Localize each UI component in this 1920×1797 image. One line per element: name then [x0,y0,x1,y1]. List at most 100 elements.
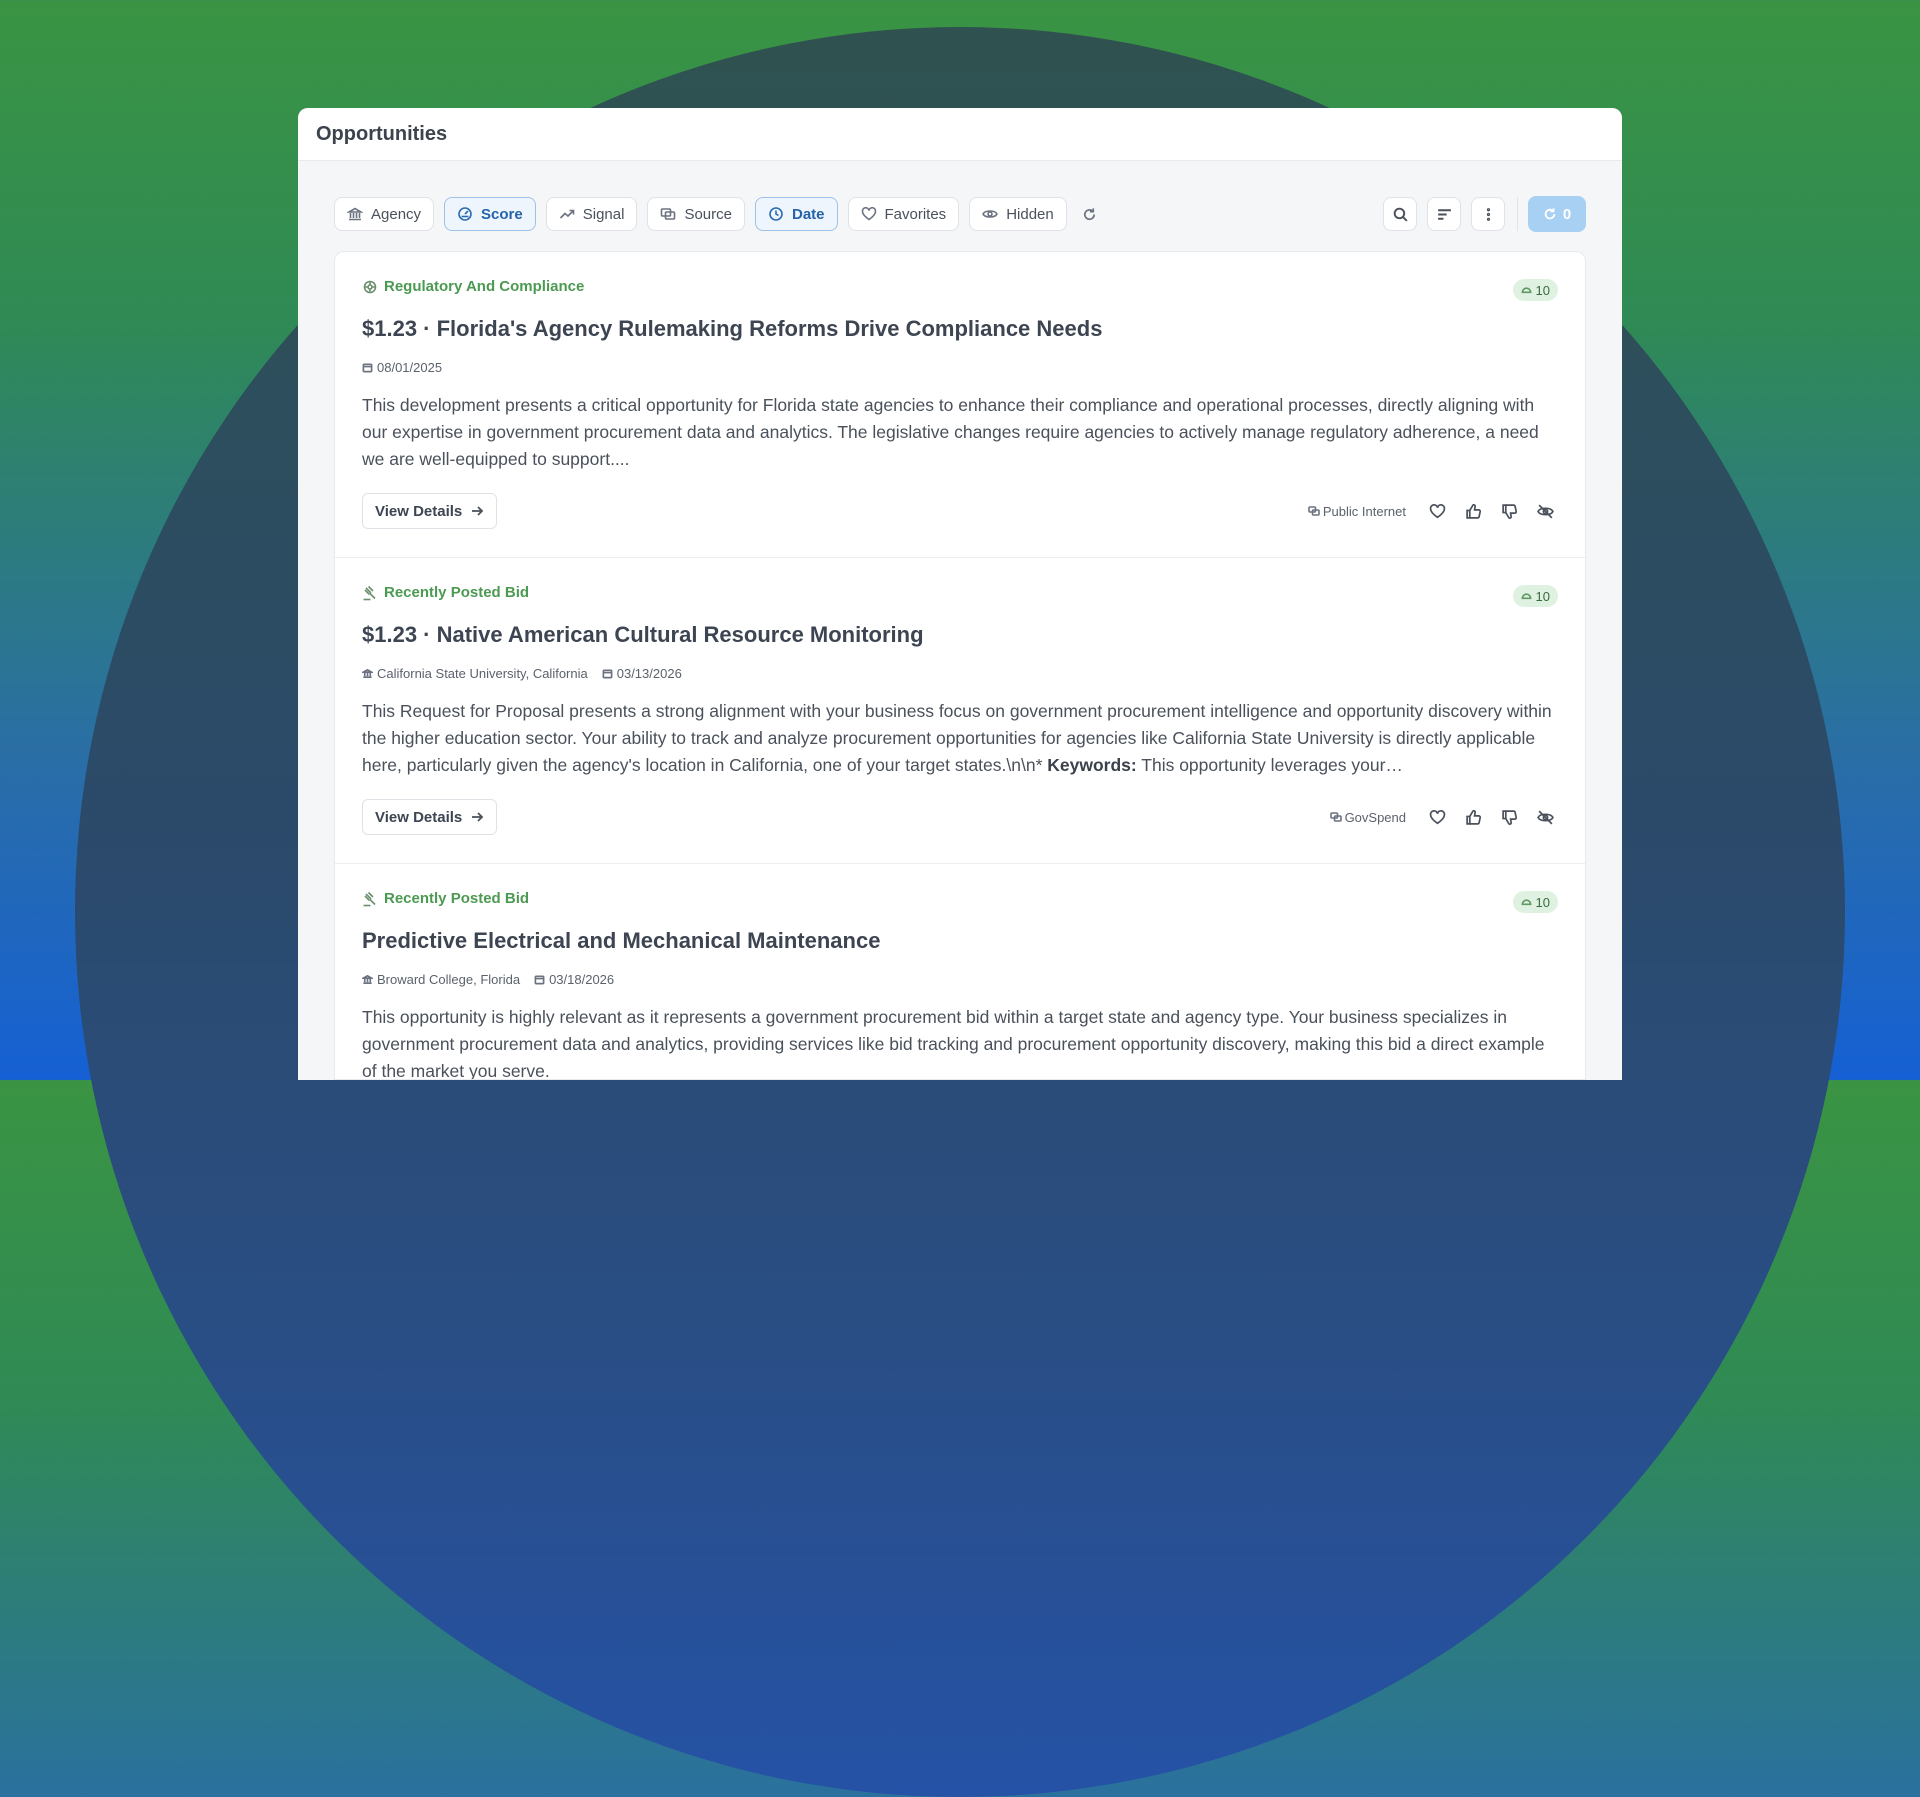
thumbs-down-button[interactable] [1496,498,1522,524]
hide-button[interactable] [1532,498,1558,524]
favorite-button[interactable] [1424,498,1450,524]
refresh-icon [1544,208,1556,220]
calendar-icon [602,669,613,679]
score-badge: 10 [1512,585,1558,607]
filter-favorites-label: Favorites [884,205,947,223]
filter-favorites[interactable]: Favorites [847,197,960,231]
source-label: Public Internet [1322,503,1406,519]
card-title[interactable]: $1.23 · Native American Cultural Resourc… [362,622,924,648]
filter-source[interactable]: Source [647,197,745,231]
card-category: Recently Posted Bid [362,890,529,907]
card-category: Recently Posted Bid [362,584,529,601]
source-label: GovSpend [1344,809,1406,825]
card-date: 08/01/2025 [362,360,442,375]
heart-icon [1429,503,1445,518]
window-title: Opportunities [298,108,1622,161]
thumbs-down-icon [1501,503,1517,519]
card-meta: Broward College, Florida 03/18/2026 [362,972,628,987]
bank-icon [362,974,373,984]
source-icon [1329,812,1342,822]
eye-off-icon [1536,504,1554,518]
gauge-icon [1521,898,1531,905]
eye-icon [982,210,999,218]
filter-signal[interactable]: Signal [545,197,638,231]
filter-signal-label: Signal [582,205,625,223]
score-badge: 10 [1512,279,1558,301]
card-date-value: 03/18/2026 [549,972,615,987]
opportunity-card: Recently Posted Bid 10 $1.23 · Native Am… [335,558,1585,864]
favorite-button[interactable] [1424,804,1450,830]
refresh-count-button[interactable]: 0 [1528,196,1586,232]
card-category: Regulatory And Compliance [362,278,584,295]
filter-agency[interactable]: Agency [334,197,435,231]
view-details-button[interactable]: View Details [362,493,498,529]
source-tag: GovSpend [1329,809,1406,825]
score-value: 10 [1535,588,1550,604]
filter-agency-label: Agency [371,205,422,223]
card-agency: California State University, California [362,666,588,681]
arrow-right-icon [472,506,484,516]
bank-icon [347,207,363,221]
card-description: This opportunity is highly relevant as i… [362,1004,1558,1080]
card-title[interactable]: $1.23 · Florida's Agency Rulemaking Refo… [362,316,1102,342]
reset-filters-button[interactable] [1079,203,1101,225]
gauge-icon [1521,286,1531,293]
heart-icon [1429,809,1445,824]
arrow-right-icon [472,812,484,822]
card-title[interactable]: Predictive Electrical and Mechanical Mai… [362,928,880,954]
card-actions: GovSpend [1329,804,1558,830]
clock-icon [769,207,783,221]
thumbs-down-button[interactable] [1496,804,1522,830]
card-description-tail: This opportunity leverages your… [1136,755,1403,775]
search-button[interactable] [1383,197,1417,231]
opportunities-list: Regulatory And Compliance 10 $1.23 · Flo… [334,251,1586,1080]
gear-lines-icon [363,280,377,293]
view-details-label: View Details [375,502,463,520]
opportunity-card: Recently Posted Bid 10 Predictive Electr… [335,864,1585,1080]
card-description: This development presents a critical opp… [362,392,1558,473]
score-badge: 10 [1512,891,1558,913]
thumbs-up-icon [1465,809,1481,825]
filter-source-label: Source [684,205,732,223]
bank-icon [362,668,373,678]
card-agency: Broward College, Florida [362,972,520,987]
refresh-count: 0 [1562,205,1572,223]
card-agency-value: Broward College, Florida [377,972,521,987]
thumbs-up-button[interactable] [1460,498,1486,524]
view-details-button[interactable]: View Details [362,799,498,835]
gauge-icon [1521,592,1531,599]
calendar-icon [534,975,545,985]
sort-button[interactable] [1427,197,1461,231]
score-value: 10 [1535,894,1550,910]
search-icon [1393,207,1408,222]
more-vertical-icon [1486,207,1490,221]
card-description: This Request for Proposal presents a str… [362,698,1558,779]
eye-off-icon [1536,810,1554,824]
card-description-text: This opportunity is highly relevant as i… [362,1007,1545,1080]
trending-up-icon [559,209,575,219]
card-agency-value: California State University, California [377,666,588,681]
card-category-label: Regulatory And Compliance [384,278,585,295]
filter-date[interactable]: Date [754,197,838,231]
source-tag: Public Internet [1308,504,1406,519]
more-options-button[interactable] [1471,197,1505,231]
view-details-label: View Details [375,808,463,826]
filter-score[interactable]: Score [444,197,536,231]
sort-lines-icon [1437,208,1451,220]
gavel-icon [363,891,376,906]
card-category-label: Recently Posted Bid [384,584,530,601]
refresh-icon [1084,207,1096,220]
gauge-icon [458,207,472,221]
source-icon [661,208,676,220]
opportunities-window: Opportunities Agency Score Signal Source… [298,108,1622,1080]
filter-hidden[interactable]: Hidden [969,197,1067,231]
card-description-bold: Keywords: [1047,755,1137,775]
filter-hidden-label: Hidden [1006,205,1054,223]
opportunity-card: Regulatory And Compliance 10 $1.23 · Flo… [335,252,1585,558]
thumbs-up-button[interactable] [1460,804,1486,830]
source-icon [1308,506,1320,516]
card-date-value: 03/13/2026 [616,666,682,681]
hide-button[interactable] [1532,804,1558,830]
gavel-icon [363,585,376,600]
thumbs-down-icon [1501,809,1517,825]
